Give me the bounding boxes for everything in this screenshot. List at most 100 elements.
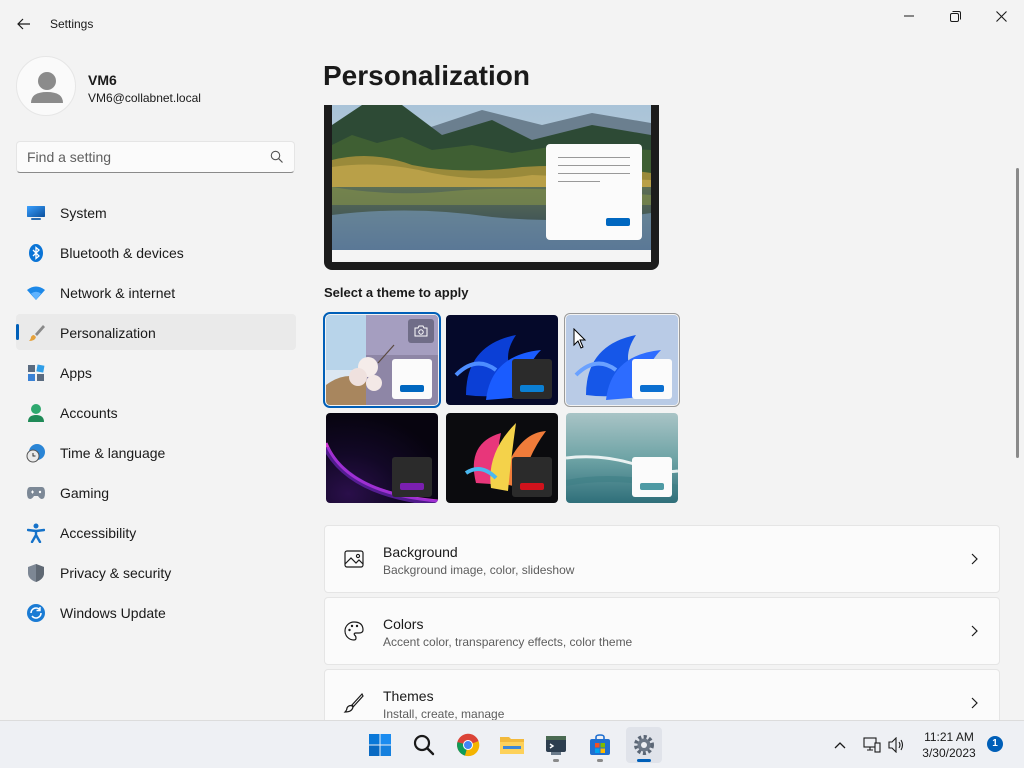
- chevron-up-icon: [834, 742, 846, 749]
- page-title: Personalization: [323, 60, 530, 91]
- sidebar-item-label: Personalization: [60, 325, 156, 341]
- store-icon: [590, 734, 610, 755]
- network-wired-icon: [863, 737, 881, 753]
- theme-option-1[interactable]: [323, 312, 441, 408]
- colors-card[interactable]: Colors Accent color, transparency effect…: [324, 597, 1000, 665]
- file-explorer-icon: [500, 737, 524, 754]
- minimize-icon: [904, 15, 914, 17]
- bluetooth-icon: [26, 243, 46, 263]
- theme-section-caption: Select a theme to apply: [324, 285, 469, 300]
- theme-option-5[interactable]: [446, 413, 558, 503]
- sidebar-item-windows-update[interactable]: Windows Update: [16, 594, 296, 630]
- search-icon: [413, 734, 435, 756]
- preview-window: [546, 144, 642, 240]
- sidebar-item-apps[interactable]: Apps: [16, 354, 296, 390]
- sidebar-item-label: Network & internet: [60, 285, 176, 301]
- slideshow-camera-icon: [408, 319, 434, 343]
- start-icon: [369, 734, 391, 756]
- settings-button[interactable]: [626, 727, 662, 763]
- theme-preview: [324, 105, 659, 270]
- back-button[interactable]: [10, 10, 38, 38]
- sidebar-item-accessibility[interactable]: Accessibility: [16, 514, 296, 550]
- speaker-icon: [888, 737, 904, 753]
- sidebar-item-label: Bluetooth & devices: [60, 245, 184, 261]
- settings-icon: [634, 735, 654, 755]
- preview-taskbar: [332, 250, 651, 262]
- sidebar-nav: System Bluetooth & devices Network & int…: [16, 194, 296, 634]
- sidebar-item-label: Gaming: [60, 485, 110, 501]
- sidebar-item-label: Accounts: [60, 405, 118, 421]
- sidebar-item-gaming[interactable]: Gaming: [16, 474, 296, 510]
- sidebar-item-label: System: [60, 205, 107, 221]
- network-status-button[interactable]: [862, 735, 882, 755]
- sidebar-item-privacy[interactable]: Privacy & security: [16, 554, 296, 590]
- user-name: VM6: [88, 72, 117, 88]
- monitor-icon: [26, 203, 46, 223]
- clock-time: 11:21 AM: [924, 730, 974, 744]
- restore-icon: [949, 10, 961, 22]
- search-box[interactable]: [16, 141, 295, 173]
- sidebar-item-system[interactable]: System: [16, 194, 296, 230]
- taskbar: 11:21 AM 3/30/2023: [0, 720, 1024, 768]
- card-subtitle: Install, create, manage: [383, 707, 505, 721]
- terminal-button[interactable]: [538, 727, 574, 763]
- sidebar-item-label: Privacy & security: [60, 565, 172, 581]
- sidebar-item-time-language[interactable]: Time & language: [16, 434, 296, 470]
- vertical-scrollbar[interactable]: [1016, 168, 1019, 458]
- chrome-button[interactable]: [450, 727, 486, 763]
- sidebar-item-accounts[interactable]: Accounts: [16, 394, 296, 430]
- background-card[interactable]: Background Background image, color, slid…: [324, 525, 1000, 593]
- card-title: Colors: [383, 616, 424, 632]
- start-button[interactable]: [362, 727, 398, 763]
- chevron-right-icon: [971, 697, 978, 709]
- app-title: Settings: [50, 17, 94, 31]
- chevron-right-icon: [971, 553, 978, 565]
- palette-icon: [344, 621, 364, 641]
- accessibility-icon: [26, 523, 46, 543]
- sidebar-item-personalization[interactable]: Personalization: [16, 314, 296, 350]
- mouse-cursor-icon: [573, 328, 587, 349]
- card-title: Background: [383, 544, 458, 560]
- card-subtitle: Accent color, transparency effects, colo…: [383, 635, 633, 649]
- theme-option-4[interactable]: [326, 413, 438, 503]
- close-icon: [995, 10, 1007, 22]
- store-button[interactable]: [582, 727, 618, 763]
- search-button[interactable]: [406, 727, 442, 763]
- brush-icon: [343, 692, 364, 713]
- sidebar-item-label: Apps: [60, 365, 92, 381]
- person-icon: [26, 403, 46, 423]
- user-profile[interactable]: VM6 VM6@collabnet.local: [16, 56, 296, 118]
- sidebar-item-network[interactable]: Network & internet: [16, 274, 296, 310]
- picture-icon: [344, 550, 364, 568]
- sidebar-item-label: Accessibility: [60, 525, 137, 541]
- clock[interactable]: 11:21 AM 3/30/2023: [914, 729, 984, 761]
- sidebar-item-label: Time & language: [60, 445, 166, 461]
- theme-option-2[interactable]: [446, 315, 558, 405]
- card-subtitle: Background image, color, slideshow: [383, 563, 575, 577]
- chevron-right-icon: [971, 625, 978, 637]
- search-input[interactable]: [27, 149, 257, 165]
- user-email: VM6@collabnet.local: [88, 91, 201, 105]
- theme-grid: [323, 312, 684, 505]
- volume-button[interactable]: [887, 735, 907, 755]
- chrome-icon: [457, 733, 480, 757]
- terminal-icon: [546, 736, 566, 755]
- brush-icon: [26, 323, 46, 343]
- search-icon: [270, 150, 283, 163]
- apps-icon: [26, 363, 46, 383]
- card-title: Themes: [383, 688, 434, 704]
- notification-badge[interactable]: 1: [987, 736, 1003, 752]
- clock-globe-icon: [26, 443, 46, 463]
- avatar: [16, 56, 76, 116]
- close-button[interactable]: [978, 0, 1024, 32]
- controller-icon: [26, 483, 46, 503]
- show-hidden-icons-button[interactable]: [830, 735, 850, 755]
- restore-button[interactable]: [932, 0, 978, 32]
- theme-option-6[interactable]: [566, 413, 678, 503]
- default-user-icon: [31, 72, 63, 103]
- sidebar-item-label: Windows Update: [60, 605, 166, 621]
- minimize-button[interactable]: [886, 0, 932, 32]
- wifi-icon: [26, 283, 46, 303]
- sidebar-item-bluetooth[interactable]: Bluetooth & devices: [16, 234, 296, 270]
- file-explorer-button[interactable]: [494, 727, 530, 763]
